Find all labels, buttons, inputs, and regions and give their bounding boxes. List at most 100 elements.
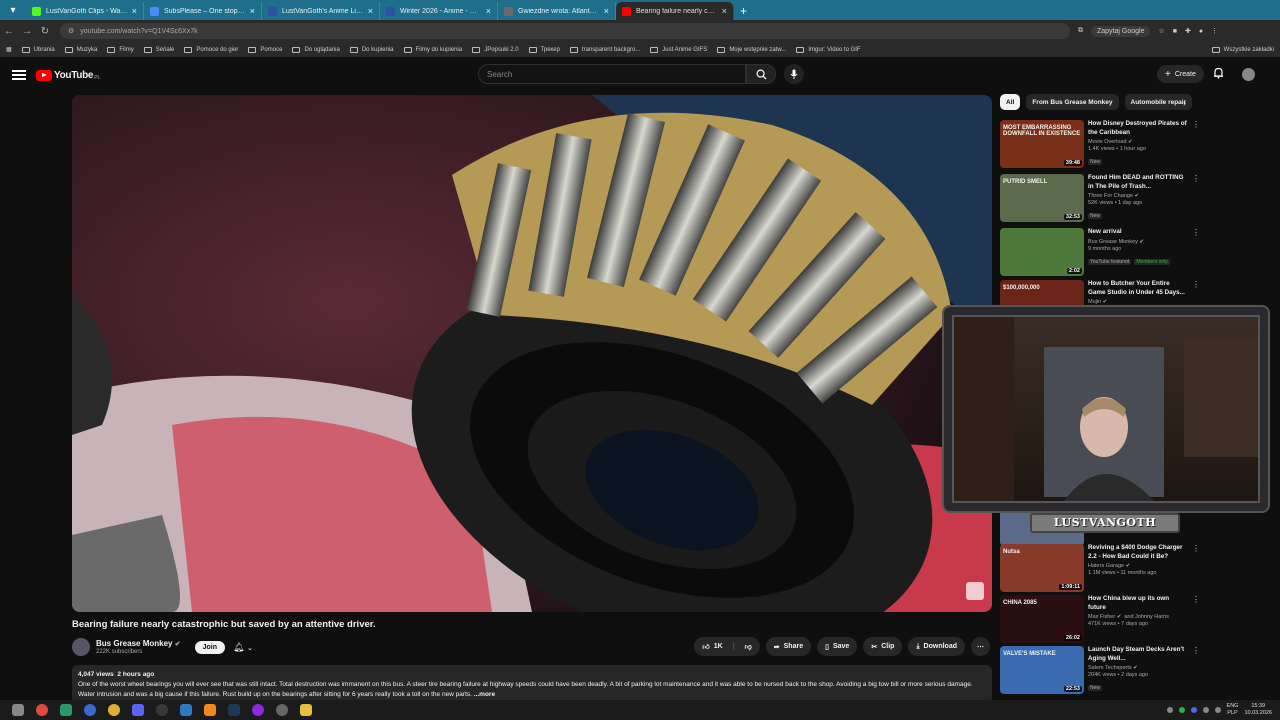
video-title[interactable]: How to Butcher Your Entire Game Studio i…: [1088, 280, 1188, 297]
video-player[interactable]: [72, 95, 992, 612]
channel-name[interactable]: Haters Garage ✔: [1088, 563, 1188, 569]
tab-close-icon[interactable]: ×: [368, 6, 373, 16]
video-title[interactable]: How Disney Destroyed Pirates of the Cari…: [1088, 120, 1188, 137]
bookmark-item[interactable]: Filmy do kupienia: [403, 46, 462, 53]
profile-icon[interactable]: ●: [1199, 28, 1203, 35]
save-button[interactable]: ▯ Save: [817, 637, 858, 656]
back-icon[interactable]: ←: [0, 26, 18, 37]
site-info-icon[interactable]: ⚙: [68, 27, 74, 35]
show-more-link[interactable]: ...more: [474, 691, 495, 698]
more-vertical-icon[interactable]: ⋮: [1192, 174, 1200, 222]
start-icon[interactable]: [12, 704, 24, 716]
extensions-puzzle-icon[interactable]: ✚: [1185, 27, 1191, 35]
more-vertical-icon[interactable]: ⋮: [1192, 228, 1200, 276]
video-title[interactable]: Launch Day Steam Decks Aren't Aging Well…: [1088, 646, 1188, 663]
recommended-video[interactable]: Nutsa 1:09:11 Reviving a $400 Dodge Charge…: [1000, 544, 1200, 592]
description-box[interactable]: 4,047 views 2 hours ago One of the worst…: [72, 665, 992, 703]
new-tab-button[interactable]: +: [740, 2, 747, 20]
bookmark-item[interactable]: transparent backgro...: [569, 46, 640, 53]
tab-close-icon[interactable]: ×: [722, 6, 727, 16]
bookmark-item[interactable]: Do oglądania: [292, 46, 340, 53]
app-icon[interactable]: [108, 704, 120, 716]
more-vertical-icon[interactable]: ⋮: [1192, 120, 1200, 168]
settings-icon[interactable]: [276, 704, 288, 716]
video-thumbnail[interactable]: MOST EMBARRASSING DOWNFALL IN EXISTENCE 3…: [1000, 120, 1084, 168]
subscription-bell-button[interactable]: 🔔︎ ⌄: [233, 642, 253, 653]
tab-close-icon[interactable]: ×: [604, 6, 609, 16]
bookmark-item[interactable]: JPopsuki 2.0: [472, 46, 519, 53]
video-title[interactable]: Reviving a $400 Dodge Charger 2.2 - How …: [1088, 544, 1188, 561]
volume-icon[interactable]: [1214, 707, 1221, 713]
vlc-icon[interactable]: [204, 704, 216, 716]
bookmark-item[interactable]: Pomoce do gier: [184, 46, 238, 53]
voice-search-button[interactable]: [784, 64, 804, 84]
video-thumbnail[interactable]: 2:02: [1000, 228, 1084, 276]
chrome-icon[interactable]: [36, 704, 48, 716]
more-vertical-icon[interactable]: ⋮: [1192, 646, 1200, 694]
video-thumbnail[interactable]: Nutsa 1:09:11: [1000, 544, 1084, 592]
channel-name[interactable]: Salem Techsperts ✔: [1088, 665, 1188, 671]
channel-name[interactable]: Movie Overload ✔: [1088, 139, 1188, 145]
channel-avatar[interactable]: [72, 638, 90, 656]
editor-icon[interactable]: [180, 704, 192, 716]
tray-icon[interactable]: [1190, 707, 1197, 713]
browser-menu-icon[interactable]: ⋮: [1211, 27, 1218, 35]
recommended-video[interactable]: VALVE'S MISTAKE 22:53 Launch Day Steam Dec…: [1000, 646, 1200, 694]
url-field[interactable]: ⚙ youtube.com/watch?v=Q1V4Sc6Xx7k: [60, 23, 1070, 39]
thumbs-down-icon[interactable]: 👎︎: [745, 642, 752, 651]
video-thumbnail[interactable]: CHINA 2085 26:02: [1000, 595, 1084, 643]
filter-chip[interactable]: Automobile repair: [1124, 94, 1192, 110]
browser-tab[interactable]: Bearing failure nearly catast ×: [616, 2, 734, 20]
create-button[interactable]: + Create: [1157, 65, 1204, 83]
channel-name[interactable]: Max Fisher ✔ and Johnny Harris: [1088, 614, 1188, 620]
join-button[interactable]: Join: [194, 640, 225, 654]
apps-grid-icon[interactable]: ▦: [6, 46, 12, 53]
bookmark-star-icon[interactable]: ☆: [1158, 27, 1164, 35]
video-title[interactable]: New arrival: [1088, 228, 1188, 237]
bookmark-item[interactable]: Do kupienia: [349, 46, 394, 53]
account-avatar[interactable]: [1242, 68, 1255, 81]
bookmark-item[interactable]: Seriale: [143, 46, 174, 53]
purple-app-icon[interactable]: [252, 704, 264, 716]
guide-menu-icon[interactable]: [12, 68, 26, 83]
forward-icon[interactable]: →: [18, 26, 36, 37]
filter-chip[interactable]: From Bus Grease Monkey: [1026, 94, 1119, 110]
discord-icon[interactable]: [132, 704, 144, 716]
browser-icon[interactable]: [84, 704, 96, 716]
network-icon[interactable]: [1202, 707, 1209, 713]
share-button[interactable]: ➦ Share: [765, 637, 812, 656]
browser-tab[interactable]: LustVanGoth's Anime List - My ×: [262, 2, 380, 20]
bookmark-item[interactable]: Filmy: [107, 46, 134, 53]
reload-icon[interactable]: ↻: [36, 26, 54, 37]
file-explorer-icon[interactable]: [300, 704, 312, 716]
recommended-video[interactable]: MOST EMBARRASSING DOWNFALL IN EXISTENCE 3…: [1000, 120, 1200, 168]
tab-close-icon[interactable]: ×: [486, 6, 491, 16]
recommended-video[interactable]: CHINA 2085 26:02 How China blew up its own…: [1000, 595, 1200, 643]
more-vertical-icon[interactable]: ⋮: [1192, 595, 1200, 643]
search-input[interactable]: Search: [478, 64, 746, 84]
clock[interactable]: 15:39 10.03.2026: [1244, 703, 1272, 717]
youtube-logo[interactable]: YouTube PL: [36, 69, 100, 81]
bookmark-item[interactable]: Pomoce: [248, 46, 282, 53]
install-icon[interactable]: ⧉: [1078, 27, 1083, 35]
tab-close-icon[interactable]: ×: [132, 6, 137, 16]
bookmark-item[interactable]: Muzyka: [64, 46, 97, 53]
recommended-video[interactable]: 2:02 New arrival Bus Grease Monkey ✔ 9 mont…: [1000, 228, 1200, 276]
clip-button[interactable]: ✂ Clip: [863, 637, 903, 656]
all-bookmarks-button[interactable]: Wszystkie zakładki: [1211, 46, 1274, 53]
browser-tab[interactable]: SubsPlease – One stop shop fo ×: [144, 2, 262, 20]
search-button[interactable]: [746, 64, 776, 84]
channel-name[interactable]: Mujin ✔: [1088, 299, 1188, 305]
more-vertical-icon[interactable]: ⋮: [1192, 544, 1200, 592]
notifications-button[interactable]: [1213, 67, 1224, 82]
recommended-video[interactable]: PUTRID SMELL 32:53 Found Him DEAD and ROTT…: [1000, 174, 1200, 222]
obs-icon[interactable]: [156, 704, 168, 716]
more-actions-button[interactable]: ⋯: [971, 637, 990, 656]
tray-icon[interactable]: [1178, 707, 1185, 713]
video-title[interactable]: How China blew up its own future: [1088, 595, 1188, 612]
channel-name[interactable]: Three For Change ✔: [1088, 193, 1188, 199]
terminal-icon[interactable]: [60, 704, 72, 716]
bookmark-item[interactable]: Трекер: [528, 46, 560, 53]
tab-close-icon[interactable]: ×: [250, 6, 255, 16]
steam-icon[interactable]: [228, 704, 240, 716]
